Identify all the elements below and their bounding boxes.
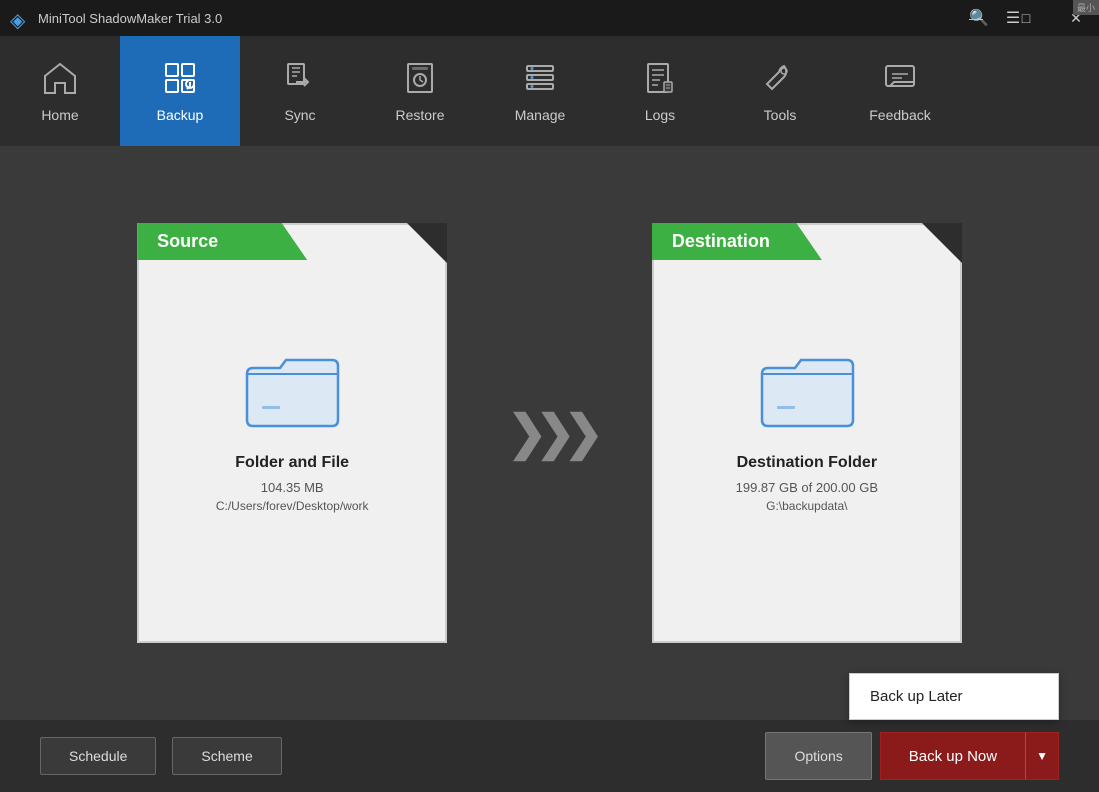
tools-icon bbox=[762, 60, 798, 101]
destination-card[interactable]: Destination Destination Folder 199.87 GB… bbox=[652, 223, 962, 643]
source-path: C:/Users/forev/Desktop/work bbox=[216, 499, 369, 513]
nav-sync-label: Sync bbox=[284, 107, 315, 123]
titlebar: ◈ MiniTool ShadowMaker Trial 3.0 🔍 ☰ — □… bbox=[0, 0, 1099, 36]
app-title: MiniTool ShadowMaker Trial 3.0 bbox=[38, 11, 963, 26]
nav-feedback-label: Feedback bbox=[869, 107, 930, 123]
maximize-button[interactable]: □ bbox=[1003, 0, 1049, 36]
nav-home-label: Home bbox=[41, 107, 78, 123]
nav-restore-label: Restore bbox=[395, 107, 444, 123]
scheme-button[interactable]: Scheme bbox=[172, 737, 281, 775]
source-header: Source bbox=[137, 223, 307, 260]
navbar: Home Backup Sync bbox=[0, 36, 1099, 146]
nav-restore[interactable]: Restore bbox=[360, 36, 480, 146]
destination-corner bbox=[922, 223, 962, 263]
main-content: Source Folder and File 104.35 MB C:/User… bbox=[0, 146, 1099, 720]
minimize-button[interactable]: — bbox=[953, 0, 999, 36]
nav-home[interactable]: Home bbox=[0, 36, 120, 146]
arrow-indicator: ❯❯❯ bbox=[507, 405, 592, 461]
backup-now-button[interactable]: Back up Now bbox=[880, 732, 1025, 780]
backup-dropdown-menu: Back up Later bbox=[849, 673, 1059, 720]
logs-icon bbox=[642, 60, 678, 101]
home-icon bbox=[42, 60, 78, 101]
nav-manage-label: Manage bbox=[515, 107, 566, 123]
nav-backup-label: Backup bbox=[157, 107, 204, 123]
backup-later-button[interactable]: Back up Later bbox=[850, 674, 1058, 719]
window-controls: — □ ✕ 最小 bbox=[953, 0, 1099, 36]
nav-sync[interactable]: Sync bbox=[240, 36, 360, 146]
options-button[interactable]: Options bbox=[765, 732, 871, 780]
nav-feedback[interactable]: Feedback bbox=[840, 36, 960, 146]
destination-title: Destination Folder bbox=[737, 454, 877, 472]
nav-tools[interactable]: Tools bbox=[720, 36, 840, 146]
right-action-buttons: Options Back up Now ▼ bbox=[765, 732, 1059, 780]
feedback-icon bbox=[882, 60, 918, 101]
sync-icon bbox=[282, 60, 318, 101]
destination-path: G:\backupdata\ bbox=[766, 499, 847, 513]
nav-backup[interactable]: Backup bbox=[120, 36, 240, 146]
backup-dropdown-button[interactable]: ▼ bbox=[1025, 732, 1059, 780]
destination-folder-icon bbox=[757, 354, 857, 434]
source-corner bbox=[407, 223, 447, 263]
destination-header: Destination bbox=[652, 223, 822, 260]
corner-label: 最小 bbox=[1073, 0, 1099, 15]
schedule-button[interactable]: Schedule bbox=[40, 737, 156, 775]
nav-tools-label: Tools bbox=[764, 107, 797, 123]
destination-size: 199.87 GB of 200.00 GB bbox=[736, 480, 878, 495]
nav-logs[interactable]: Logs bbox=[600, 36, 720, 146]
manage-icon bbox=[522, 60, 558, 101]
source-folder-icon bbox=[242, 354, 342, 434]
nav-manage[interactable]: Manage bbox=[480, 36, 600, 146]
bottombar: Schedule Scheme Options Back up Now ▼ Ba… bbox=[0, 720, 1099, 792]
restore-icon bbox=[402, 60, 438, 101]
nav-logs-label: Logs bbox=[645, 107, 675, 123]
source-title: Folder and File bbox=[235, 454, 349, 472]
source-size: 104.35 MB bbox=[261, 480, 324, 495]
backup-icon bbox=[162, 60, 198, 101]
app-logo: ◈ bbox=[10, 8, 30, 28]
source-card[interactable]: Source Folder and File 104.35 MB C:/User… bbox=[137, 223, 447, 643]
